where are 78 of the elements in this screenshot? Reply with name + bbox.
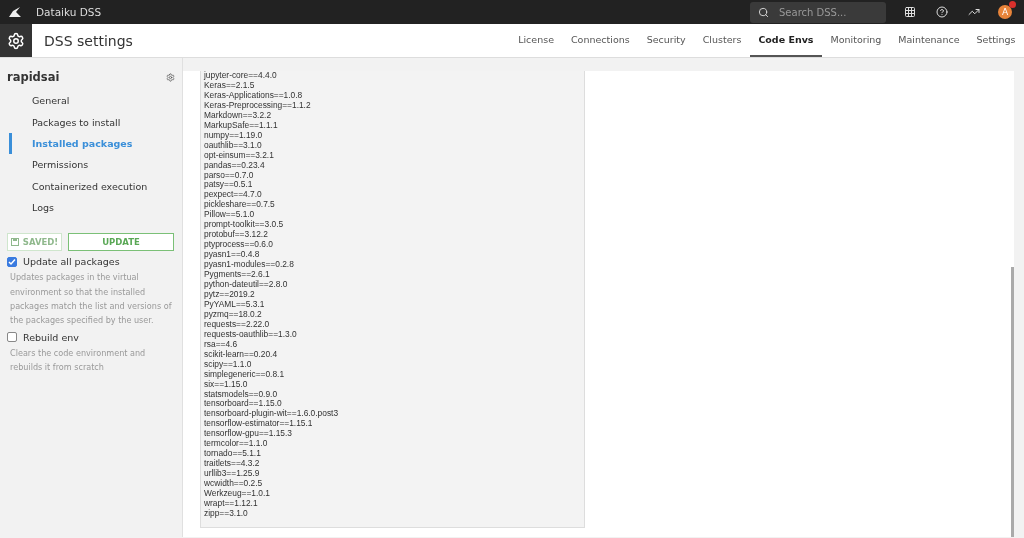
package-entry: urllib3==1.25.9 <box>203 469 261 479</box>
package-entry: scipy==1.1.0 <box>203 359 253 370</box>
sidebar-item[interactable]: Containerized execution <box>9 175 175 197</box>
settings-icon <box>7 31 25 50</box>
bird-logo-icon <box>8 6 22 18</box>
package-entry: pandas==0.23.4 <box>203 160 265 171</box>
package-entry: tensorflow-gpu==1.15.3 <box>203 429 293 440</box>
nav-tab[interactable]: Connections <box>562 24 639 57</box>
sidebar-item[interactable]: Logs <box>9 196 175 219</box>
checkbox[interactable] <box>7 256 17 267</box>
package-entry: traitlets==4.3.2 <box>203 459 261 469</box>
package-entry: simplegeneric==0.8.1 <box>203 369 286 380</box>
package-entry: Werkzeug==1.0.1 <box>203 489 271 499</box>
package-entry: protobuf==3.12.2 <box>203 230 268 241</box>
page-title: DSS settings <box>44 32 133 49</box>
package-entry: Pygments==2.6.1 <box>203 270 271 280</box>
scrollbar-thumb[interactable] <box>1011 267 1014 537</box>
sidebar-item[interactable]: Packages to install <box>9 111 175 133</box>
help-text: Clears the code environment and rebuilds it from scratch <box>10 346 147 374</box>
package-entry: tornado==5.1.1 <box>203 449 262 459</box>
checkbox-label: Update all packages <box>23 256 120 268</box>
app-name: Dataiku DSS <box>36 6 102 18</box>
nav-tab[interactable]: Maintenance <box>889 24 969 57</box>
sidebar-item[interactable]: Permissions <box>9 154 175 176</box>
search-field[interactable]: Search DSS... <box>777 5 872 19</box>
package-entry: pyasn1-modules==0.2.8 <box>203 260 295 271</box>
package-entry: MarkupSafe==1.1.1 <box>203 120 279 131</box>
nav-tab[interactable]: Code Envs <box>749 24 823 57</box>
package-entry: pytz==2019.2 <box>203 289 255 300</box>
package-entry: Keras-Applications==1.0.8 <box>203 90 304 101</box>
package-entry: six==1.15.0 <box>203 379 248 390</box>
env-name: rapidsai <box>7 70 60 84</box>
help-icon[interactable] <box>936 6 948 18</box>
package-entry: tensorboard-plugin-wit==1.6.0.post3 <box>203 409 340 420</box>
package-entry: python-dateutil==2.8.0 <box>203 280 289 290</box>
checkbox-label: Rebuild env <box>23 331 79 343</box>
help-text: Updates packages in the virtual environment so that the installed packages match the list and versions of the packages specified by the user. <box>10 271 173 328</box>
package-entry: statsmodels==0.9.0 <box>203 389 279 399</box>
settings-icon[interactable] <box>166 72 175 82</box>
package-entry: wrapt==1.12.1 <box>203 499 259 509</box>
package-entry: termcolor==1.1.0 <box>203 439 268 449</box>
apps-grid-icon[interactable] <box>904 6 916 18</box>
nav-tab[interactable]: Clusters <box>694 24 750 57</box>
package-entry: Keras==2.1.5 <box>203 80 255 91</box>
package-entry: PyYAML==5.3.1 <box>203 299 266 310</box>
nav-tab[interactable]: Monitoring <box>822 24 890 57</box>
package-entry: pyasn1==0.4.8 <box>203 250 261 260</box>
search-icon <box>758 6 769 18</box>
sidebar-item[interactable]: General <box>9 90 175 112</box>
package-entry: pyzmq==18.0.2 <box>203 309 262 320</box>
package-entry: pickleshare==0.7.5 <box>203 200 276 211</box>
floppy-icon <box>10 238 19 247</box>
package-entry: rsa==4.6 <box>203 339 238 350</box>
search-box[interactable]: Search DSS... <box>750 1 886 23</box>
checkbox[interactable] <box>7 332 17 343</box>
package-entry: opt-einsum==3.2.1 <box>203 150 275 161</box>
package-entry: jupyter-core==4.4.0 <box>203 71 278 81</box>
package-entry: tensorboard==1.15.0 <box>203 399 283 409</box>
trend-icon[interactable] <box>968 6 980 18</box>
nav-tab[interactable]: Settings <box>968 24 1024 57</box>
package-entry: requests-oauthlib==1.3.0 <box>203 329 298 340</box>
package-entry: oauthlib==3.1.0 <box>203 140 263 151</box>
package-entry: ptyprocess==0.6.0 <box>203 240 274 251</box>
package-entry: scikit-learn==0.20.4 <box>203 349 279 360</box>
package-entry: prompt-toolkit==3.0.5 <box>203 220 285 231</box>
package-entry: requests==2.22.0 <box>203 319 271 330</box>
package-entry: pexpect==4.7.0 <box>203 190 262 201</box>
package-entry: tensorflow-estimator==1.15.1 <box>203 419 313 429</box>
package-entry: wcwidth==0.2.5 <box>203 479 264 489</box>
package-entry: Keras-Preprocessing==1.1.2 <box>203 100 312 111</box>
package-entry: zipp==3.1.0 <box>203 508 248 519</box>
package-entry: numpy==1.19.0 <box>203 130 263 141</box>
package-entry: Markdown==3.2.2 <box>203 110 272 121</box>
nav-tab[interactable]: Security <box>638 24 695 57</box>
nav-tab[interactable]: License <box>509 24 563 57</box>
package-entry: parso==0.7.0 <box>203 170 254 181</box>
package-entry: Pillow==5.1.0 <box>203 210 255 220</box>
package-entry: patsy==0.5.1 <box>203 180 254 191</box>
